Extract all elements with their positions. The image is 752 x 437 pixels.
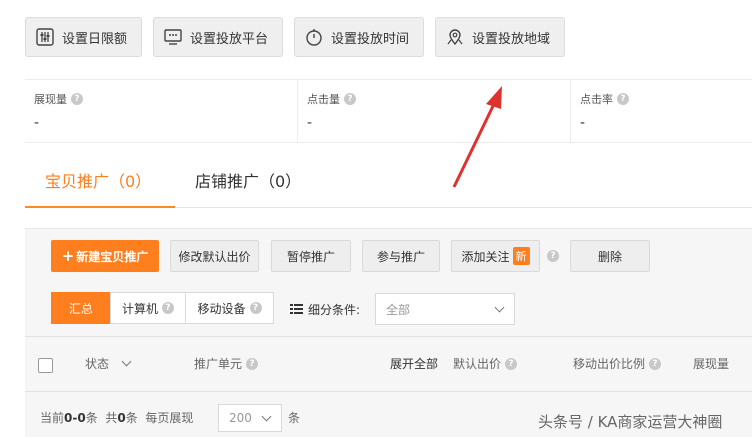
set-region-button[interactable]: 设置投放地域 — [435, 17, 565, 57]
set-platform-button[interactable]: 设置投放平台 — [153, 17, 283, 57]
per-page-value: 200 — [229, 411, 252, 425]
condition-select[interactable]: 全部 — [375, 293, 515, 325]
watermark-text: 头条号 / KA商家运营大神圈 — [538, 413, 723, 431]
condition-select-value: 全部 — [386, 302, 411, 317]
segment-mobile-label: 移动设备 — [197, 301, 246, 316]
map-pin-icon — [446, 28, 464, 46]
stats-row: 展现量? - 点击量? - 点击率? - — [25, 79, 752, 143]
stopwatch-icon — [305, 28, 323, 46]
chevron-down-icon — [261, 411, 272, 422]
stat-ctr: 点击率? - — [571, 80, 752, 142]
segment-mobile[interactable]: 移动设备? — [185, 292, 274, 324]
stat-value: - — [307, 115, 313, 131]
help-icon[interactable]: ? — [344, 93, 356, 105]
stat-label: 展现量 — [34, 93, 67, 106]
expand-all-link[interactable]: 展开全部 — [390, 355, 438, 372]
tab-active-indicator — [25, 206, 175, 208]
stat-impressions: 展现量? - — [25, 80, 298, 142]
help-icon[interactable]: ? — [246, 357, 259, 370]
current-range: 0-0 — [64, 411, 86, 425]
set-daily-limit-label: 设置日限额 — [62, 31, 128, 47]
modify-default-bid-button[interactable]: 修改默认出价 — [170, 240, 259, 272]
new-badge: 新 — [512, 247, 530, 265]
set-schedule-label: 设置投放时间 — [331, 31, 410, 47]
help-icon[interactable]: ? — [71, 93, 83, 105]
pagination-info: 当前0-0条 共0条 每页展现 — [40, 409, 193, 426]
stat-label: 点击率 — [580, 93, 613, 106]
status-column-header[interactable]: 状态 — [85, 355, 132, 372]
per-page-label: 每页展现 — [145, 411, 194, 425]
segment-summary[interactable]: 汇总 — [51, 292, 111, 324]
stat-label: 点击量 — [307, 93, 340, 106]
select-all-checkbox[interactable] — [38, 358, 53, 373]
impressions-header-label: 展现量 — [693, 357, 730, 371]
set-platform-label: 设置投放平台 — [190, 31, 269, 47]
per-page-select[interactable]: 200 — [218, 404, 282, 432]
stat-clicks: 点击量? - — [298, 80, 571, 142]
help-icon[interactable]: ? — [505, 357, 518, 370]
impressions-column-header: 展现量 — [693, 355, 729, 372]
tab-shop-promotion[interactable]: 店铺推广（0） — [195, 168, 301, 192]
tab-item-promotion[interactable]: 宝贝推广（0） — [45, 168, 151, 192]
segment-computer[interactable]: 计算机? — [110, 292, 186, 324]
per-page-suffix: 条 — [288, 411, 301, 425]
condition-label: 细分条件: — [308, 303, 361, 317]
mobile-ratio-column-header: 移动出价比例? — [573, 355, 662, 372]
total-count: 0 — [117, 411, 126, 425]
total-prefix: 共 — [105, 411, 118, 425]
set-region-label: 设置投放地域 — [472, 31, 551, 47]
help-icon[interactable]: ? — [617, 93, 629, 105]
set-schedule-button[interactable]: 设置投放时间 — [294, 17, 424, 57]
default-bid-header-label: 默认出价 — [453, 357, 502, 371]
help-icon[interactable]: ? — [162, 302, 174, 314]
segment-computer-label: 计算机 — [121, 301, 158, 316]
monitor-icon — [164, 28, 182, 46]
current-prefix: 当前 — [40, 411, 65, 425]
stat-value: - — [34, 115, 40, 131]
items-suffix: 条 — [125, 411, 138, 425]
plus-icon: + — [61, 247, 75, 265]
annotation-arrow-icon — [452, 86, 502, 188]
items-suffix: 条 — [85, 411, 98, 425]
sliders-icon — [36, 28, 54, 46]
status-header-label: 状态 — [85, 357, 110, 371]
add-follow-button[interactable]: 添加关注 新 — [451, 240, 540, 272]
help-icon[interactable]: ? — [547, 250, 559, 262]
pause-promotion-button[interactable]: 暂停推广 — [271, 240, 351, 272]
help-icon[interactable]: ? — [649, 357, 662, 370]
mobile-ratio-header-label: 移动出价比例 — [573, 357, 646, 371]
unit-column-header: 推广单元? — [194, 355, 259, 372]
help-icon[interactable]: ? — [249, 302, 262, 314]
join-promotion-button[interactable]: 参与推广 — [362, 240, 440, 272]
set-daily-limit-button[interactable]: 设置日限额 — [25, 17, 142, 57]
new-item-promotion-button[interactable]: + 新建宝贝推广 — [51, 240, 159, 272]
chevron-down-icon — [121, 356, 132, 367]
stat-value: - — [580, 115, 586, 131]
list-icon — [290, 304, 303, 314]
add-follow-label: 添加关注 — [461, 249, 510, 264]
new-item-promotion-label: 新建宝贝推广 — [76, 249, 149, 264]
unit-header-label: 推广单元 — [194, 357, 243, 371]
delete-button[interactable]: 删除 — [570, 240, 650, 272]
chevron-down-icon — [494, 302, 505, 313]
default-bid-column-header: 默认出价? — [453, 355, 518, 372]
